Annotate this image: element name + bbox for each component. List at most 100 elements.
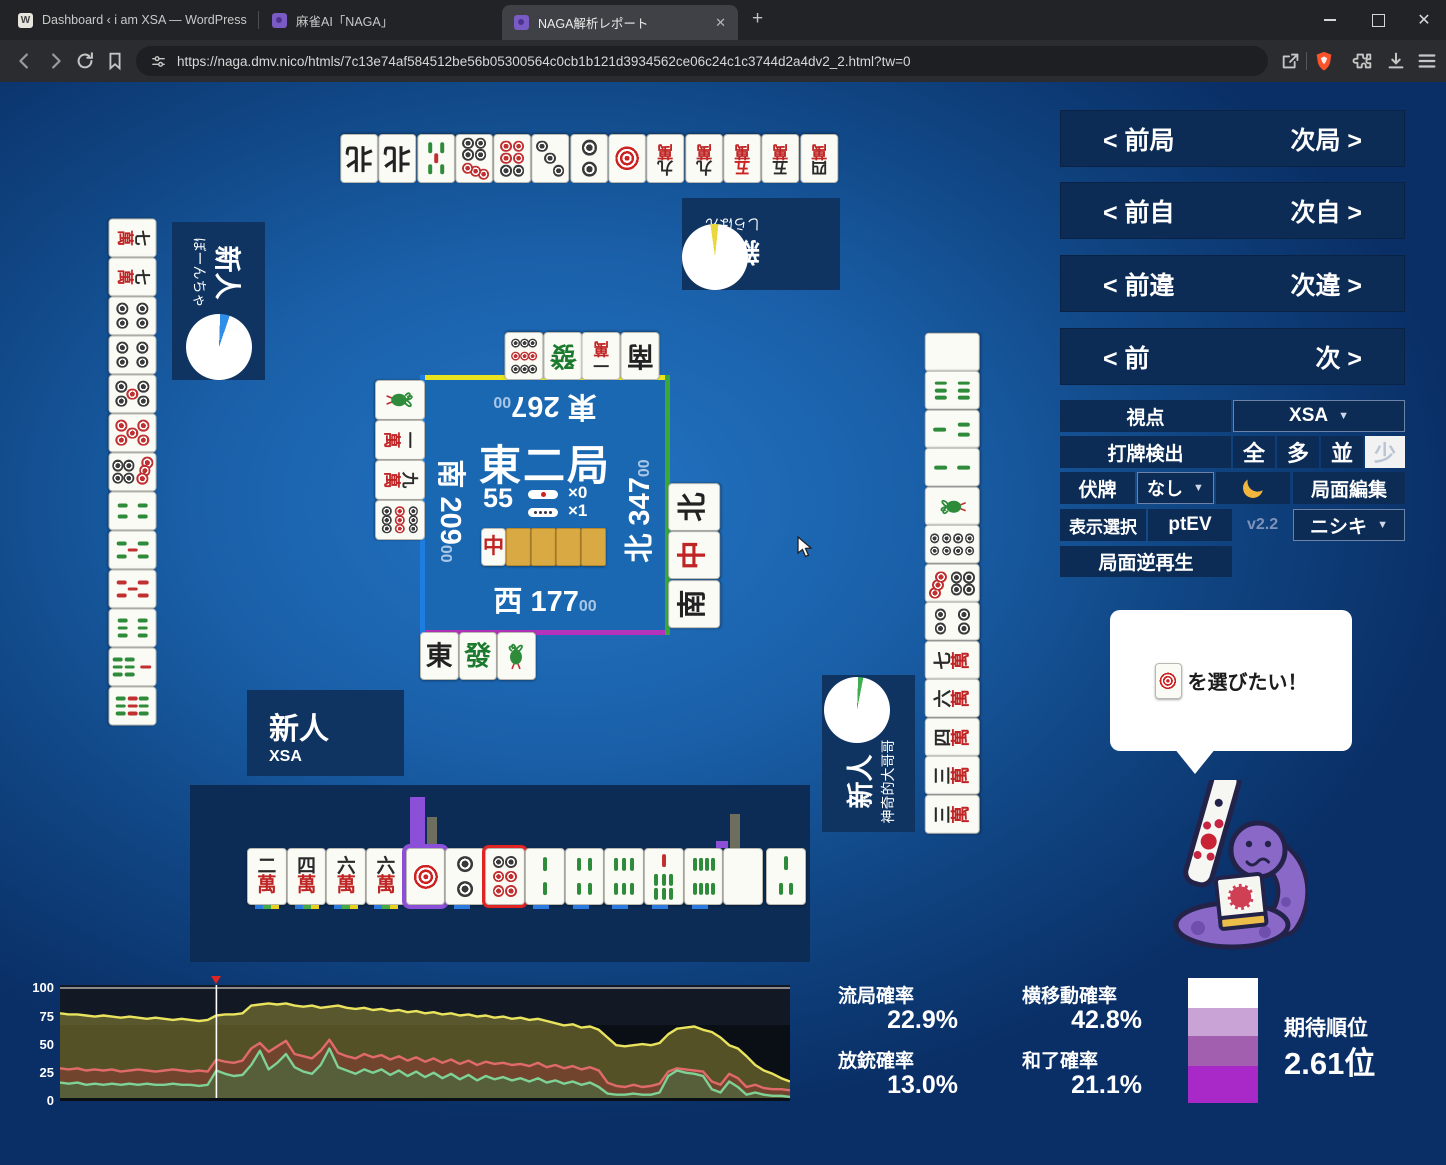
address-bar[interactable]: https://naga.dmv.nico/htmls/7c13e74af584… xyxy=(136,46,1268,76)
dahai-option-many[interactable]: 多 xyxy=(1277,436,1319,468)
viewpoint-label: 視点 xyxy=(1060,400,1231,432)
prev-step-button[interactable]: < 前 xyxy=(1103,339,1150,375)
dahai-option-few-selected[interactable]: 少 xyxy=(1365,436,1405,468)
tile-s7 xyxy=(108,647,156,686)
fusehai-label: 伏牌 xyxy=(1060,472,1135,504)
board-edit-button[interactable]: 局面編集 xyxy=(1293,472,1405,504)
graph-position-marker[interactable] xyxy=(211,976,222,984)
prev-self-button[interactable]: < 前自 xyxy=(1103,193,1175,229)
tile-s2[interactable] xyxy=(524,848,565,905)
tile-z2: 南 xyxy=(620,332,659,380)
version-stamp: v2.2 xyxy=(1247,516,1279,533)
tile-m4[interactable]: 四萬 xyxy=(286,848,327,905)
naga-analysis-page: W Dashboard ‹ i am XSA — WordPress 麻雀AI「… xyxy=(0,0,1446,1165)
tile-m2[interactable]: 二萬 xyxy=(247,848,287,905)
tile-p2[interactable] xyxy=(445,848,486,905)
fusehai-select[interactable]: なし ▼ xyxy=(1137,472,1214,504)
model-value: ニシキ xyxy=(1310,516,1368,538)
back-icon[interactable] xyxy=(14,50,36,72)
y-tick-0: 0 xyxy=(46,1093,54,1108)
site-settings-icon[interactable] xyxy=(150,53,167,70)
window-maximize-button[interactable] xyxy=(1356,0,1400,40)
tile-s7[interactable] xyxy=(643,848,684,905)
expected-rank-bar xyxy=(1188,978,1258,1103)
tab-title: 麻雀AI「NAGA」 xyxy=(296,14,394,29)
chevron-down-icon: ▼ xyxy=(1338,410,1349,422)
tile-s4[interactable] xyxy=(564,848,605,905)
reload-icon[interactable] xyxy=(74,50,96,72)
tab-close-icon[interactable]: ✕ xyxy=(715,15,726,31)
menu-icon[interactable] xyxy=(1416,50,1438,72)
tile-s1 xyxy=(375,380,425,420)
extensions-icon[interactable] xyxy=(1352,50,1374,72)
player-rank: 新人 xyxy=(269,713,329,746)
fusehai-value: なし xyxy=(1147,479,1184,499)
reverse-replay-button[interactable]: 局面逆再生 xyxy=(1060,546,1232,577)
next-mismatch-button[interactable]: 次違 > xyxy=(1290,266,1362,302)
tile-s6 xyxy=(108,608,156,647)
probability-graph[interactable] xyxy=(59,976,791,1101)
tile-s3[interactable] xyxy=(766,848,806,905)
tile-s6[interactable] xyxy=(604,848,644,905)
tile-z4: 北 xyxy=(378,134,417,183)
tab-wordpress[interactable]: W Dashboard ‹ i am XSA — WordPress xyxy=(8,0,272,40)
yokoido-value: 42.8% xyxy=(1071,1006,1142,1034)
dahai-option-all[interactable]: 全 xyxy=(1233,436,1275,468)
tile-p1[interactable] xyxy=(405,848,446,905)
tile-m6[interactable]: 六萬 xyxy=(366,848,406,905)
y-tick-25: 25 xyxy=(39,1065,54,1080)
new-tab-button[interactable]: + xyxy=(752,9,763,29)
hoju-value: 13.0% xyxy=(887,1071,958,1099)
ptev-button[interactable]: ptEV xyxy=(1148,509,1232,541)
brave-shield-icon[interactable] xyxy=(1313,50,1335,72)
facedown-tile xyxy=(556,528,581,566)
riichi-stick-prop xyxy=(1183,766,1242,888)
nav-row-step: < 前 次 > xyxy=(1060,328,1405,385)
tile-prop xyxy=(1214,872,1269,931)
tile-m5r: 五萬 xyxy=(722,134,762,183)
dahai-option-normal[interactable]: 並 xyxy=(1321,436,1363,468)
tile-p5 xyxy=(108,374,156,413)
round-title: 東二局 xyxy=(478,442,611,489)
tab-naga-home[interactable]: 麻雀AI「NAGA」 xyxy=(262,0,512,40)
center-board: 東 26700 南 20900 北 34700 西 17700 東二局 55 ×… xyxy=(420,375,670,635)
tab-title: Dashboard ‹ i am XSA — WordPress xyxy=(42,13,247,27)
naga-speech-bubble: を選びたい！ xyxy=(1110,610,1352,751)
tile-s8[interactable] xyxy=(683,848,724,905)
model-select[interactable]: ニシキ ▼ xyxy=(1293,509,1405,541)
download-icon[interactable] xyxy=(1385,50,1407,72)
agari-label: 和了確率 xyxy=(1022,1051,1099,1072)
y-tick-100: 100 xyxy=(32,980,54,995)
tab-naga-report-active[interactable]: NAGA解析レポート ✕ xyxy=(502,5,738,40)
prev-kyoku-button[interactable]: < 前局 xyxy=(1103,121,1175,157)
recommended-tile-icon xyxy=(1154,662,1182,699)
tile-p6[interactable] xyxy=(485,848,525,905)
tile-z7: 中 xyxy=(667,531,720,580)
dark-mode-button[interactable] xyxy=(1216,472,1290,504)
rank-bar-segment xyxy=(1188,1008,1258,1036)
window-close-button[interactable]: ✕ xyxy=(1402,0,1446,40)
tile-z4: 北 xyxy=(340,134,379,183)
viewpoint-select[interactable]: XSA ▼ xyxy=(1233,400,1405,432)
display-select-label: 表示選択 xyxy=(1060,509,1146,541)
prev-mismatch-button[interactable]: < 前違 xyxy=(1103,266,1175,302)
tile-m6[interactable]: 六萬 xyxy=(326,848,367,905)
next-self-button[interactable]: 次自 > xyxy=(1290,193,1362,229)
window-minimize-button[interactable] xyxy=(1308,0,1352,40)
mouse-cursor xyxy=(797,535,815,565)
bookmark-icon[interactable] xyxy=(104,50,126,72)
right-discards: 北中南 xyxy=(667,483,720,628)
next-step-button[interactable]: 次 > xyxy=(1315,339,1362,375)
tile-z5[interactable] xyxy=(723,848,763,905)
forward-icon[interactable] xyxy=(44,50,66,72)
naga-choice-bar xyxy=(410,797,425,848)
tile-m3: 三萬 xyxy=(925,795,980,834)
tile-m7: 七萬 xyxy=(108,218,156,257)
nav-row-kyoku: < 前局 次局 > xyxy=(1060,110,1405,167)
viewpoint-value: XSA xyxy=(1289,405,1329,426)
tile-m9: 九萬 xyxy=(684,134,723,183)
naga-favicon xyxy=(514,15,529,30)
tile-s4 xyxy=(108,491,156,530)
share-icon[interactable] xyxy=(1280,50,1302,72)
next-kyoku-button[interactable]: 次局 > xyxy=(1290,121,1362,157)
